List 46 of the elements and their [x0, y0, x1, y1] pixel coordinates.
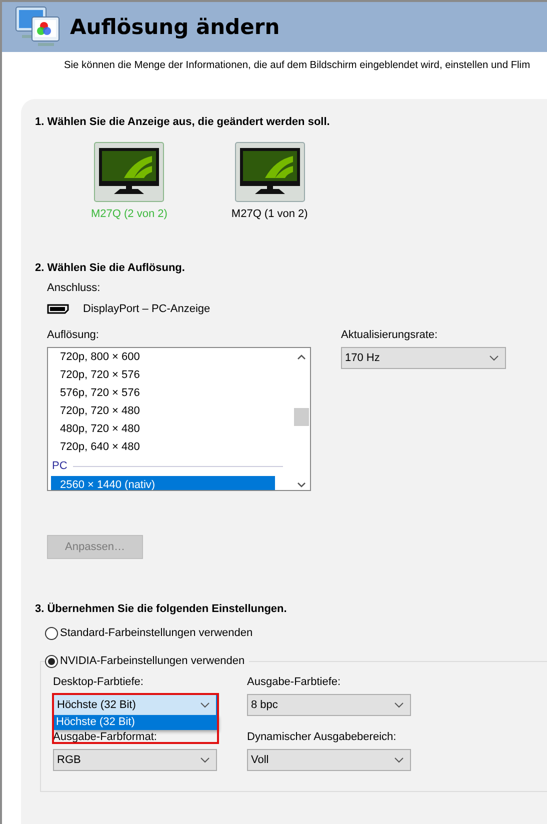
displayport-icon	[47, 304, 69, 314]
radio-label: NVIDIA-Farbeinstellungen verwenden	[60, 655, 245, 667]
refresh-rate-dropdown[interactable]: 170 Hz	[341, 347, 506, 369]
chevron-down-icon	[489, 355, 499, 361]
dropdown[interactable]: 8 bpc	[247, 694, 411, 716]
monitors-icon	[14, 5, 62, 49]
section-heading: 1. Wählen Sie die Anzeige aus, die geändert werden soll.	[35, 116, 331, 128]
field-label: Dynamischer Ausgabebereich:	[247, 731, 398, 743]
list-item[interactable]: 576p, 720 × 576	[51, 384, 275, 402]
field-label: Ausgabe-Farbformat:	[53, 731, 158, 743]
scroll-down-icon[interactable]	[297, 482, 306, 488]
dropdown-option[interactable]: Höchste (32 Bit)	[53, 715, 217, 730]
radio-option[interactable]: Standard-Farbeinstellungen verwenden	[45, 624, 547, 642]
scrollbar-thumb[interactable]	[294, 408, 309, 426]
refresh-rate-label: Aktualisierungsrate:	[341, 329, 439, 341]
window-title: Auflösung ändern	[70, 15, 280, 39]
section-heading: 2. Wählen Sie die Auflösung.	[35, 262, 186, 274]
resolution-label: Auflösung:	[47, 329, 100, 341]
dropdown[interactable]: Höchste (32 Bit)	[53, 694, 217, 716]
section-heading: 3. Übernehmen Sie die folgenden Einstellungen.	[35, 603, 288, 615]
list-item[interactable]: 480p, 720 × 480	[51, 420, 275, 438]
dropdown[interactable]: Voll	[247, 749, 411, 771]
radio-label: Standard-Farbeinstellungen verwenden	[60, 627, 253, 639]
dropdown[interactable]: RGB	[53, 749, 217, 771]
list-item[interactable]: 720p, 720 × 576	[51, 366, 275, 384]
chevron-down-icon	[394, 757, 404, 763]
display-label: M27Q (2 von 2)	[91, 208, 168, 220]
radio-button[interactable]	[45, 654, 58, 668]
display-option[interactable]: M27Q (1 von 2)	[231, 142, 308, 220]
chevron-down-icon	[394, 702, 404, 708]
connection-label: Anschluss:	[47, 282, 102, 294]
chevron-down-icon	[200, 757, 210, 763]
field-label: Ausgabe-Farbtiefe:	[247, 676, 342, 688]
chevron-down-icon	[200, 702, 210, 708]
display-label: M27Q (1 von 2)	[231, 208, 308, 220]
connection-text: DisplayPort – PC-Anzeige	[83, 303, 210, 315]
list-item[interactable]: 720p, 720 × 480	[51, 402, 275, 420]
list-item[interactable]: 720p, 800 × 600	[51, 348, 275, 366]
list-item[interactable]: 2560 × 1440 (nativ)	[51, 476, 275, 490]
field-label: Desktop-Farbtiefe:	[53, 676, 144, 688]
list-item[interactable]: 720p, 640 × 480	[51, 438, 275, 456]
group-label: PC	[52, 460, 68, 472]
scroll-up-icon[interactable]	[297, 354, 306, 360]
radio-option[interactable]: NVIDIA-Farbeinstellungen verwenden	[45, 652, 249, 670]
radio-button[interactable]	[45, 626, 58, 640]
description-text: Sie können die Menge der Informationen, die auf dem Bildschirm eingeblendet wird, einstellen und Flim	[64, 60, 530, 71]
